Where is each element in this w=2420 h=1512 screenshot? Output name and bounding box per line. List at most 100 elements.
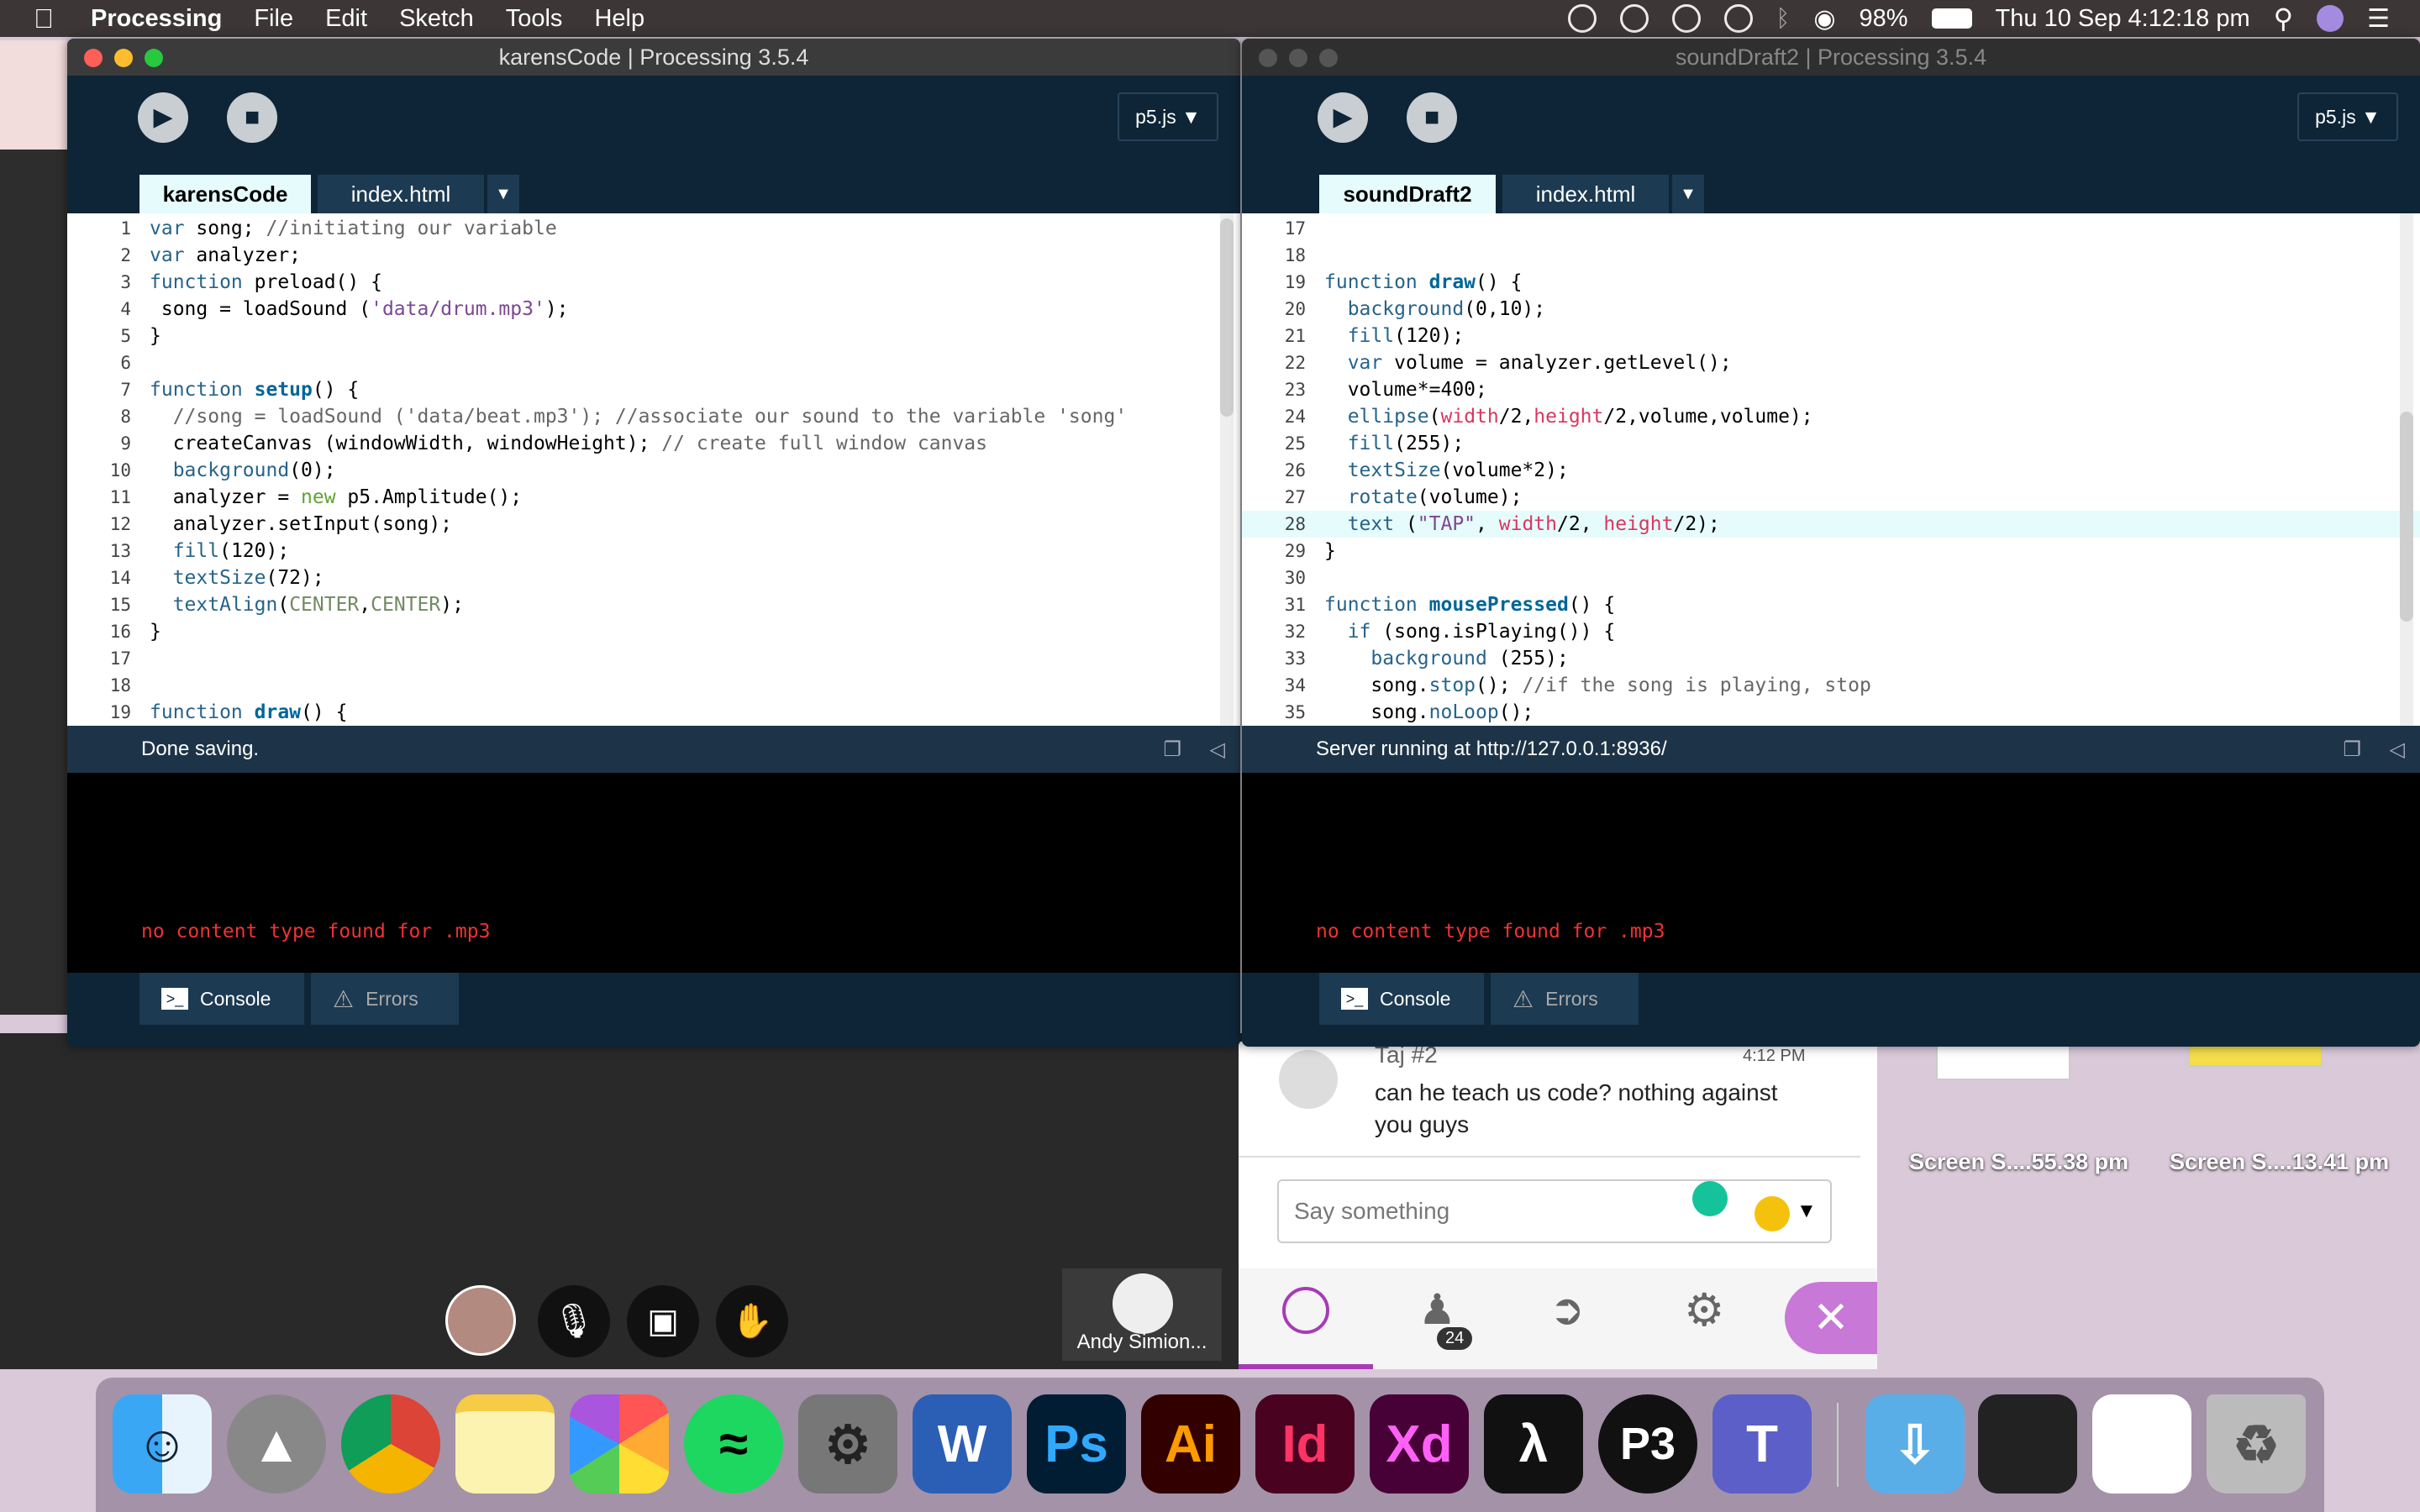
- chat-input[interactable]: Say something ▼: [1277, 1179, 1832, 1243]
- window-titlebar[interactable]: soundDraft2 | Processing 3.5.4: [1242, 39, 2420, 76]
- menu-tools[interactable]: Tools: [506, 5, 563, 33]
- run-button[interactable]: ▶: [138, 92, 188, 143]
- code-editor[interactable]: 17 18 19 20 21 22 23 24 25 26 27 28 29 30 31 32 33 34 35 f…: [1242, 213, 2420, 726]
- line-number: 35: [1284, 702, 1306, 722]
- grammarly-icon[interactable]: [1692, 1181, 1728, 1216]
- cloud-status-icon[interactable]: [1619, 4, 1649, 33]
- editor-scroll-thumb[interactable]: [1220, 218, 1234, 417]
- terminal-icon: >_: [1341, 988, 1368, 1010]
- control-center-icon[interactable]: ☰: [2367, 4, 2390, 34]
- time-machine-icon[interactable]: [1723, 4, 1753, 33]
- xd-icon[interactable]: Xd: [1370, 1394, 1469, 1494]
- stop-button[interactable]: ■: [227, 92, 277, 143]
- errors-tab-label: Errors: [366, 987, 418, 1010]
- chevron-down-icon[interactable]: ▼: [1797, 1200, 1817, 1223]
- illustrator-icon[interactable]: Ai: [1141, 1394, 1240, 1494]
- camera-off-button[interactable]: ▣: [627, 1285, 699, 1357]
- menu-edit[interactable]: Edit: [325, 5, 367, 33]
- tab-menu-button[interactable]: ▼: [1672, 175, 1704, 213]
- copy-console-icon[interactable]: ❐: [2343, 738, 2361, 762]
- zoom-window-button[interactable]: [145, 49, 163, 67]
- minimize-window-button[interactable]: [1289, 49, 1307, 67]
- line-number: 12: [109, 514, 131, 534]
- menu-file[interactable]: File: [254, 5, 293, 33]
- minimize-window-button[interactable]: [114, 49, 133, 67]
- console-tab[interactable]: >_ Console: [139, 973, 304, 1025]
- spotify-icon[interactable]: ≈: [684, 1394, 783, 1494]
- code-editor[interactable]: 1 2 3 4 5 6 7 8 9 10 11 12 13 14 15 16 17 18 19 var song; …: [67, 213, 1240, 726]
- line-number: 19: [1284, 272, 1306, 292]
- launchpad-icon[interactable]: ▲: [227, 1394, 326, 1494]
- collapse-console-icon[interactable]: ◁: [1210, 738, 1225, 762]
- desktop-file-thumb-1[interactable]: [1936, 1042, 2070, 1080]
- wifi-icon[interactable]: ◉: [1813, 4, 1835, 34]
- search-icon[interactable]: ⚲: [2274, 3, 2293, 34]
- downloads-folder-icon[interactable]: ⇩: [1865, 1394, 1965, 1494]
- desktop-file-2[interactable]: Screen S....13.41 pm: [2170, 1149, 2389, 1175]
- notes-icon[interactable]: [455, 1394, 555, 1494]
- photoshop-icon[interactable]: Ps: [1027, 1394, 1126, 1494]
- tab-index-html[interactable]: index.html: [318, 175, 484, 213]
- console-tab[interactable]: >_ Console: [1319, 973, 1484, 1025]
- recent-screenshot-icon[interactable]: [1978, 1394, 2077, 1494]
- chrome-icon[interactable]: [341, 1394, 440, 1494]
- window-titlebar[interactable]: karensCode | Processing 3.5.4: [67, 39, 1240, 76]
- share-icon[interactable]: ➲: [1549, 1285, 1585, 1334]
- bluetooth-icon[interactable]: ᛒ: [1776, 5, 1791, 32]
- word-icon[interactable]: W: [913, 1394, 1012, 1494]
- do-not-disturb-icon[interactable]: [1671, 4, 1701, 33]
- errors-tab[interactable]: ⚠ Errors: [311, 973, 459, 1025]
- photos-icon[interactable]: [570, 1394, 669, 1494]
- close-window-button[interactable]: [84, 49, 103, 67]
- tab-index-html[interactable]: index.html: [1502, 175, 1669, 213]
- settings-gear-icon[interactable]: ⚙: [1684, 1284, 1724, 1336]
- battery-icon[interactable]: [1931, 8, 1972, 29]
- indesign-icon[interactable]: Id: [1255, 1394, 1355, 1494]
- system-preferences-icon[interactable]: ⚙: [798, 1394, 897, 1494]
- line-number: 13: [109, 541, 131, 561]
- menu-help[interactable]: Help: [594, 5, 644, 33]
- teams-icon[interactable]: T: [1712, 1394, 1812, 1494]
- line-number: 29: [1284, 541, 1306, 561]
- acrobat-icon[interactable]: λ: [1484, 1394, 1583, 1494]
- console-output[interactable]: no content type found for .mp3: [67, 773, 1240, 973]
- close-window-button[interactable]: [1259, 49, 1277, 67]
- finder-icon[interactable]: ☺: [113, 1394, 212, 1494]
- collapse-console-icon[interactable]: ◁: [2390, 738, 2405, 762]
- copy-console-icon[interactable]: ❐: [1163, 738, 1181, 762]
- tab-sounddraft2[interactable]: soundDraft2: [1319, 175, 1496, 213]
- clock[interactable]: Thu 10 Sep 4:12:18 pm: [1996, 5, 2250, 33]
- emoji-picker-icon[interactable]: [1754, 1196, 1790, 1231]
- menu-app-name[interactable]: Processing: [91, 5, 222, 33]
- participant-tile[interactable]: Andy Simion...: [1062, 1268, 1222, 1361]
- menu-sketch[interactable]: Sketch: [399, 5, 474, 33]
- console-output[interactable]: no content type found for .mp3: [1242, 773, 2420, 973]
- grammarly-status-icon[interactable]: [1567, 4, 1597, 33]
- mute-button[interactable]: 🎙: [538, 1285, 610, 1357]
- raise-hand-button[interactable]: ✋: [716, 1285, 788, 1357]
- chat-bubble-icon[interactable]: [1282, 1287, 1329, 1334]
- mode-selector[interactable]: p5.js ▼: [2297, 92, 2398, 141]
- recent-document-icon[interactable]: [2092, 1394, 2191, 1494]
- siri-icon[interactable]: [2317, 5, 2344, 32]
- stop-icon: ■: [244, 103, 260, 131]
- editor-scroll-thumb[interactable]: [2400, 412, 2413, 622]
- browser-tab-strip: [0, 40, 67, 150]
- apple-icon[interactable]: : [34, 3, 54, 34]
- trash-icon[interactable]: ♻: [2207, 1394, 2306, 1494]
- line-number: 20: [1284, 299, 1306, 319]
- warning-icon: ⚠: [1512, 985, 1534, 1012]
- code-content[interactable]: function draw() { background(0,10); fill…: [1324, 213, 2420, 726]
- errors-tab[interactable]: ⚠ Errors: [1491, 973, 1639, 1025]
- code-content[interactable]: var song; //initiating our variable var …: [150, 213, 1240, 726]
- self-avatar[interactable]: [445, 1285, 516, 1356]
- mode-selector[interactable]: p5.js ▼: [1118, 92, 1218, 141]
- desktop-file-1[interactable]: Screen S....55.38 pm: [1909, 1149, 2128, 1175]
- sketch-toolbar: ▶ ■ p5.js ▼: [67, 76, 1240, 168]
- tab-karenscode[interactable]: karensCode: [139, 175, 311, 213]
- run-button[interactable]: ▶: [1318, 92, 1368, 143]
- zoom-window-button[interactable]: [1319, 49, 1338, 67]
- processing-icon[interactable]: P3: [1598, 1394, 1697, 1494]
- stop-button[interactable]: ■: [1407, 92, 1457, 143]
- tab-menu-button[interactable]: ▼: [487, 175, 519, 213]
